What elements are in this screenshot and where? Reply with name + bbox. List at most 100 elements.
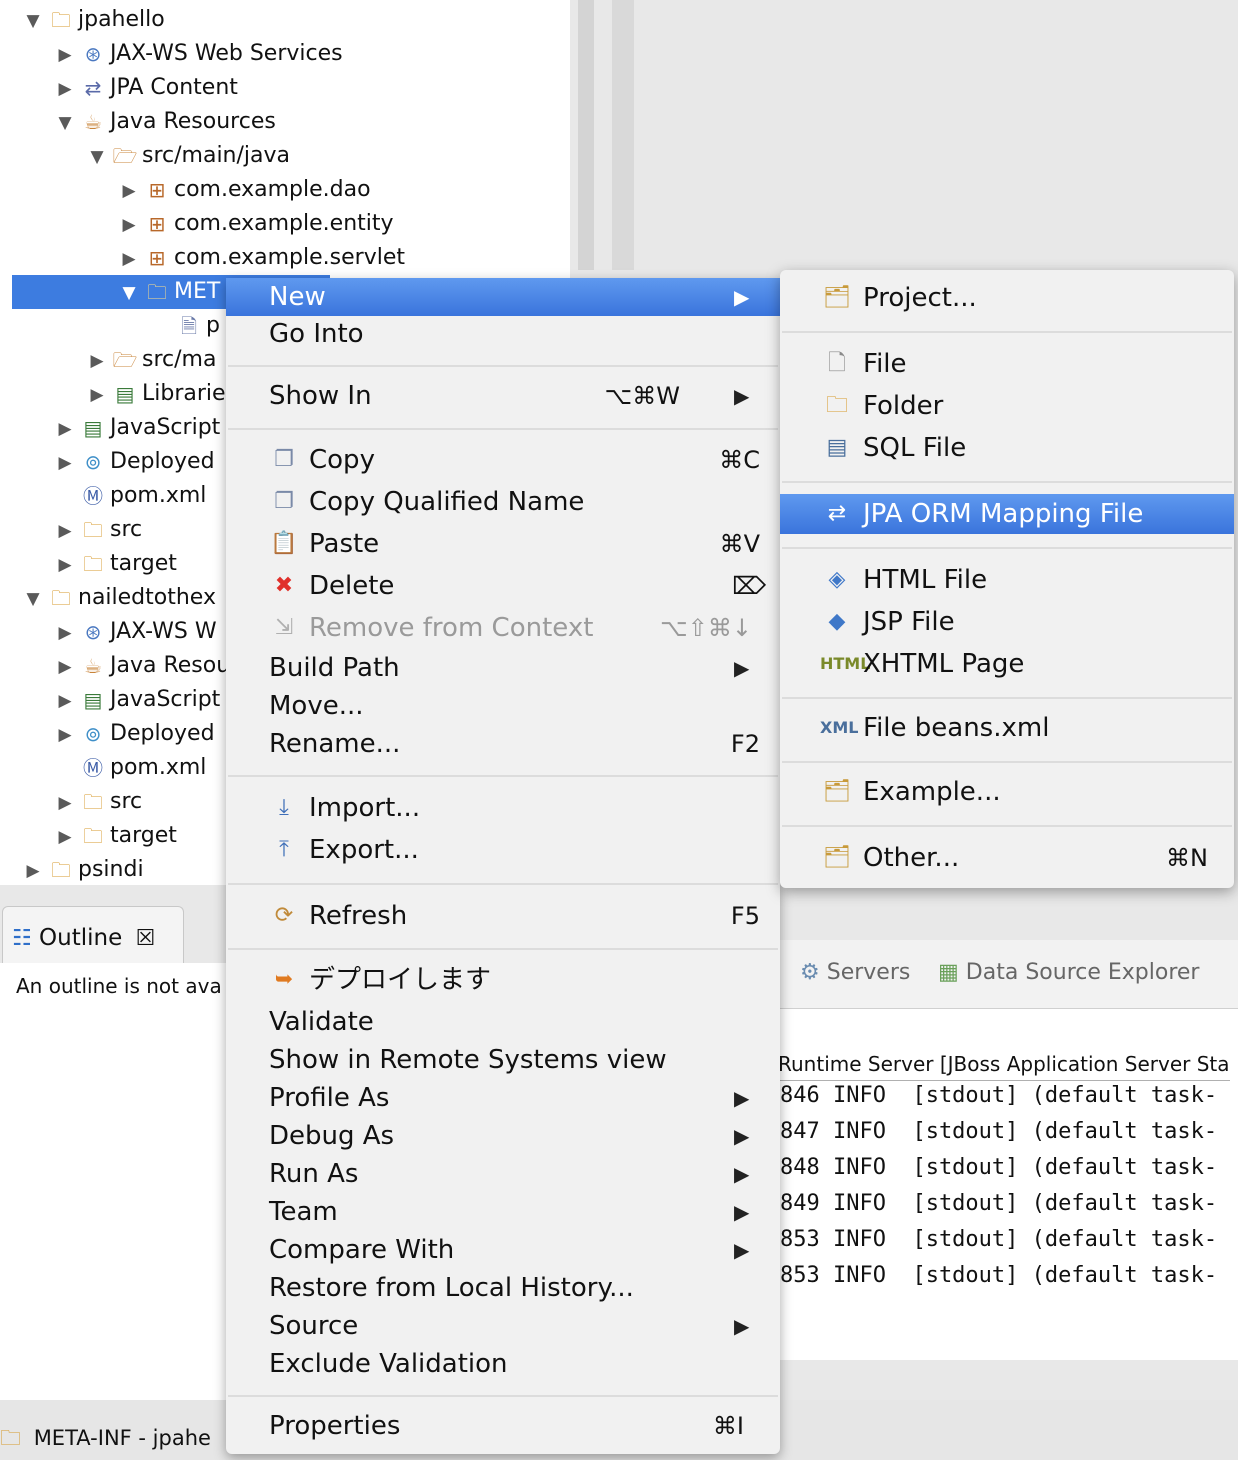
outline-title[interactable]: ☷ Outline ☒ xyxy=(12,920,155,957)
menu-item-deploy[interactable]: ➥ デプロイします xyxy=(226,961,780,999)
collapse-arrow-icon[interactable]: ▶ xyxy=(52,446,78,480)
tree-item[interactable]: ▶ 🗀 psindi xyxy=(20,853,143,888)
tab-servers[interactable]: ⚙ Servers xyxy=(800,956,910,990)
close-icon[interactable]: ☒ xyxy=(136,926,156,951)
menu-item-copy[interactable]: ❐ Copy ⌘C xyxy=(226,441,780,479)
submenu-item-file-beans-xml[interactable]: XML File beans.xml xyxy=(780,708,1234,748)
tree-item[interactable]: ▼ 🗀 nailedtothex xyxy=(20,581,216,615)
tree-item[interactable]: ▶ 🗀 target xyxy=(52,547,176,582)
menu-item-paste[interactable]: 📋 Paste ⌘V xyxy=(226,525,780,563)
tree-item[interactable]: ▶ ⊞ com.example.entity xyxy=(116,207,393,242)
tree-item[interactable]: Ⓜpom.xml xyxy=(52,751,206,785)
submenu-item-html-file[interactable]: ◈ HTML File xyxy=(780,560,1234,600)
tree-item[interactable]: ▶ ☕ Java Resou xyxy=(52,649,230,683)
collapse-arrow-icon[interactable]: ▶ xyxy=(84,344,110,378)
submenu-item-jpa-orm-mapping-file[interactable]: ⇄ JPA ORM Mapping File xyxy=(780,494,1234,534)
menu-item-debug-as[interactable]: Debug As ▶ xyxy=(226,1117,780,1155)
library-icon: ▤ xyxy=(115,382,135,406)
editor-sash[interactable] xyxy=(612,0,634,270)
menu-item-copy-qualified-name[interactable]: ❐ Copy Qualified Name xyxy=(226,483,780,521)
expand-arrow-icon[interactable]: ▼ xyxy=(20,582,46,616)
tree-item[interactable]: ▼ ☕ Java Resources xyxy=(52,105,275,140)
tree-item-label: com.example.servlet xyxy=(174,245,405,270)
tree-item[interactable]: ▼ 🗀 jpahello xyxy=(20,3,165,38)
collapse-arrow-icon[interactable]: ▶ xyxy=(116,208,142,242)
submenu-item-sql-file[interactable]: ▤ SQL File xyxy=(780,428,1234,468)
menu-item-validate[interactable]: Validate xyxy=(226,1003,780,1041)
tab-data-source-explorer[interactable]: ▦ Data Source Explorer xyxy=(938,956,1199,990)
expand-arrow-icon[interactable]: ▼ xyxy=(20,4,46,38)
expand-arrow-icon[interactable]: ▼ xyxy=(116,276,142,310)
menu-item-move[interactable]: Move... xyxy=(226,687,780,725)
tree-item[interactable]: ▶ ⊛ JAX-WS W xyxy=(52,615,217,650)
vertical-scrollbar[interactable] xyxy=(578,0,594,270)
menu-separator xyxy=(782,697,1232,699)
collapse-arrow-icon[interactable]: ▶ xyxy=(52,684,78,718)
menu-item-source[interactable]: Source ▶ xyxy=(226,1307,780,1345)
refresh-icon: ⟳ xyxy=(274,903,294,928)
menu-item-compare-with[interactable]: Compare With ▶ xyxy=(226,1231,780,1269)
menu-item-build-path[interactable]: Build Path ▶ xyxy=(226,649,780,687)
tree-item[interactable]: ▼ 🗁 src/main/java xyxy=(84,139,290,173)
submenu-item-other[interactable]: 🗂 Other... ⌘N xyxy=(780,838,1234,878)
collapse-arrow-icon[interactable]: ▶ xyxy=(20,854,46,888)
expand-arrow-icon[interactable]: ▼ xyxy=(84,140,110,174)
submenu-item-file[interactable]: 🗋 File xyxy=(780,344,1234,384)
collapse-arrow-icon[interactable]: ▶ xyxy=(52,718,78,752)
tree-item-label: jpahello xyxy=(78,7,165,32)
collapse-arrow-icon[interactable]: ▶ xyxy=(52,514,78,548)
tree-item[interactable]: ▶ ▤ JavaScript xyxy=(52,411,220,445)
tree-item[interactable]: ▶ ⊚ Deployed xyxy=(52,717,214,752)
collapse-arrow-icon[interactable]: ▶ xyxy=(52,616,78,650)
collapse-arrow-icon[interactable]: ▶ xyxy=(52,650,78,684)
collapse-arrow-icon[interactable]: ▶ xyxy=(52,786,78,820)
menu-item-show-in-remote-systems[interactable]: Show in Remote Systems view xyxy=(226,1041,780,1079)
menu-item-import[interactable]: ⤓ Import... xyxy=(226,789,780,827)
tree-item[interactable]: ▶ ⊞ com.example.dao xyxy=(116,173,370,208)
menu-item-new[interactable]: New ▶ xyxy=(226,278,780,316)
menu-item-exclude-validation[interactable]: Exclude Validation xyxy=(226,1345,780,1383)
collapse-arrow-icon[interactable]: ▶ xyxy=(52,38,78,72)
submenu-item-example[interactable]: 🗂 Example... xyxy=(780,772,1234,812)
tree-item[interactable]: ▶ ⊞ com.example.servlet xyxy=(116,241,405,275)
menu-item-team[interactable]: Team ▶ xyxy=(226,1193,780,1231)
tree-item[interactable]: ▶ ▤ JavaScript xyxy=(52,683,220,717)
expand-arrow-icon[interactable]: ▼ xyxy=(52,106,78,140)
collapse-arrow-icon[interactable]: ▶ xyxy=(52,548,78,582)
collapse-arrow-icon[interactable]: ▶ xyxy=(52,412,78,446)
collapse-arrow-icon[interactable]: ▶ xyxy=(52,72,78,106)
menu-item-delete[interactable]: ✖ Delete ⌦ xyxy=(226,567,780,605)
menu-item-profile-as[interactable]: Profile As ▶ xyxy=(226,1079,780,1117)
tree-item[interactable]: ▶ ▤ Librarie xyxy=(84,377,225,412)
console-line: 848 INFO [stdout] (default task- xyxy=(780,1155,1218,1180)
menu-item-run-as[interactable]: Run As ▶ xyxy=(226,1155,780,1193)
menu-item-refresh[interactable]: ⟳ Refresh F5 xyxy=(226,897,780,935)
collapse-arrow-icon[interactable]: ▶ xyxy=(116,242,142,276)
collapse-arrow-icon[interactable]: ▶ xyxy=(52,820,78,854)
tree-item-label: JAX-WS W xyxy=(110,619,217,644)
console-line: 853 INFO [stdout] (default task- xyxy=(780,1227,1218,1252)
tree-item[interactable]: Ⓜpom.xml xyxy=(52,479,206,513)
tree-item[interactable]: 🗎 p xyxy=(148,309,220,343)
submenu-item-jsp-file[interactable]: ◆ JSP File xyxy=(780,602,1234,642)
menu-item-export[interactable]: ⤒ Export... xyxy=(226,831,780,869)
tree-item[interactable]: ▶ ⊚ Deployed xyxy=(52,445,214,480)
collapse-arrow-icon[interactable]: ▶ xyxy=(116,174,142,208)
menu-item-properties[interactable]: Properties ⌘I xyxy=(226,1407,780,1445)
submenu-item-project[interactable]: 🗂 Project... xyxy=(780,278,1234,318)
tree-item[interactable]: ▶ 🗀 target xyxy=(52,819,176,854)
tree-item[interactable]: ▶ 🗀 src xyxy=(52,785,142,819)
menu-item-remove-from-context[interactable]: ⇲ Remove from Context ⌥⇧⌘↓ xyxy=(226,609,780,647)
menu-item-show-in[interactable]: Show In ⌥⌘W ▶ xyxy=(226,377,780,415)
submenu-item-xhtml-page[interactable]: HTML XHTML Page xyxy=(780,644,1234,684)
collapse-arrow-icon[interactable]: ▶ xyxy=(84,378,110,412)
menu-item-restore-local-history[interactable]: Restore from Local History... xyxy=(226,1269,780,1307)
menu-item-go-into[interactable]: Go Into xyxy=(226,315,780,353)
tree-item[interactable]: ▶ ⇄ JPA Content xyxy=(52,71,237,106)
tree-item[interactable]: ▶ ⊛ JAX-WS Web Services xyxy=(52,37,342,72)
tree-item[interactable]: ▶ 🗁 src/ma xyxy=(84,343,216,377)
submenu-item-folder[interactable]: 🗀 Folder xyxy=(780,386,1234,426)
menu-item-rename[interactable]: Rename... F2 xyxy=(226,725,780,763)
folder-icon: 🗀 xyxy=(0,1426,21,1450)
tree-item[interactable]: ▶ 🗀 src xyxy=(52,513,142,547)
